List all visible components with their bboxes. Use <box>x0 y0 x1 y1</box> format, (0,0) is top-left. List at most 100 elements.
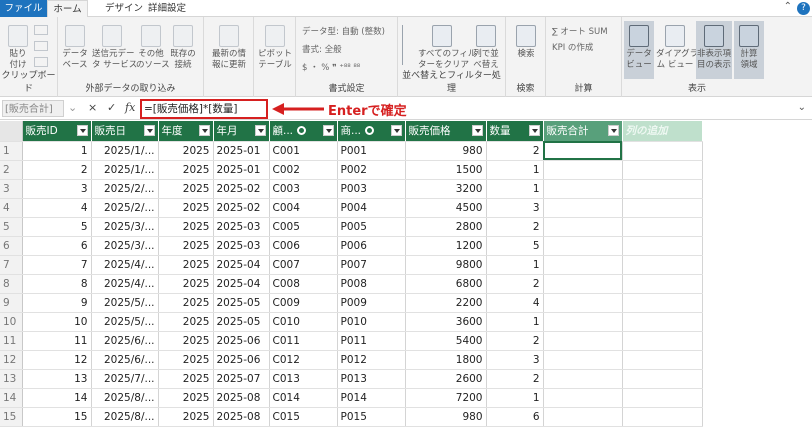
from-data-service-button[interactable]: 送信元デー タ サービス <box>92 25 137 71</box>
filter-dropdown-icon[interactable] <box>198 125 210 136</box>
cell-sales-date[interactable]: 2025/2/... <box>91 179 159 199</box>
cell-quantity[interactable]: 2 <box>486 274 544 294</box>
tab-file[interactable]: ファイル <box>0 0 47 17</box>
fx-icon[interactable]: fx <box>125 101 135 114</box>
cell-add-column[interactable] <box>622 216 703 237</box>
table-row[interactable]: 11 11 2025/6/... 2025 2025-06 C011 P011 5400 2 <box>0 331 703 351</box>
cell-year[interactable]: 2025 <box>158 160 214 180</box>
row-number[interactable]: 2 <box>0 160 23 180</box>
copy-icon[interactable] <box>34 25 48 35</box>
cell-year[interactable]: 2025 <box>158 141 214 161</box>
cell-sales-total[interactable] <box>543 388 623 408</box>
cell-sales-id[interactable]: 9 <box>22 292 92 313</box>
cell-sales-price[interactable]: 1800 <box>405 350 487 370</box>
cell-add-column[interactable] <box>622 368 703 389</box>
cell-quantity[interactable]: 6 <box>486 407 544 427</box>
table-row[interactable]: 6 6 2025/3/... 2025 2025-03 C006 P006 1200 5 <box>0 236 703 256</box>
pivot-table-button[interactable]: ピボット テーブル <box>258 25 292 71</box>
cell-year[interactable]: 2025 <box>158 255 214 275</box>
cell-quantity[interactable]: 2 <box>486 141 544 161</box>
cell-add-column[interactable] <box>622 198 703 218</box>
col-header-sales-price[interactable]: 販売価格 <box>405 121 487 142</box>
cell-sales-price[interactable]: 1500 <box>405 160 487 180</box>
cell-add-column[interactable] <box>622 407 703 427</box>
cell-quantity[interactable]: 4 <box>486 292 544 313</box>
cell-product[interactable]: P015 <box>337 407 406 427</box>
cell-year-month[interactable]: 2025-03 <box>213 216 270 237</box>
paste-button[interactable]: 貼り 付け <box>6 25 30 71</box>
col-header-sales-date[interactable]: 販売日 <box>91 121 159 142</box>
cell-customer[interactable]: C011 <box>269 331 338 351</box>
cell-sales-total[interactable] <box>543 141 623 161</box>
cell-product[interactable]: P011 <box>337 331 406 351</box>
cell-sales-total[interactable] <box>543 350 623 370</box>
cell-sales-date[interactable]: 2025/3/... <box>91 236 159 256</box>
cell-quantity[interactable]: 3 <box>486 198 544 218</box>
cell-add-column[interactable] <box>622 274 703 294</box>
name-box[interactable]: [販売合計] <box>2 100 64 117</box>
cell-sales-date[interactable]: 2025/3/... <box>91 216 159 237</box>
number-format-buttons[interactable]: $ ・ % ❞ ⁺⁸⁸ ⁸⁸ <box>302 61 360 73</box>
cell-sales-price[interactable]: 2800 <box>405 216 487 237</box>
cell-product[interactable]: P005 <box>337 216 406 237</box>
cell-year[interactable]: 2025 <box>158 368 214 389</box>
cell-customer[interactable]: C004 <box>269 198 338 218</box>
cell-sales-date[interactable]: 2025/6/... <box>91 350 159 370</box>
col-header-product[interactable]: 商... <box>337 121 406 142</box>
cell-sales-id[interactable]: 3 <box>22 179 92 199</box>
diagram-view-button[interactable]: ダイアグラ ム ビュー <box>656 25 698 71</box>
table-row[interactable]: 12 12 2025/6/... 2025 2025-06 C012 P012 1800 3 <box>0 350 703 370</box>
table-row[interactable]: 15 15 2025/8/... 2025 2025-08 C015 P015 980 6 <box>0 407 703 427</box>
cell-sales-price[interactable]: 4500 <box>405 198 487 218</box>
cell-sales-id[interactable]: 11 <box>22 331 92 351</box>
format-painter-icon[interactable] <box>34 57 48 67</box>
cell-sales-date[interactable]: 2025/4/... <box>91 274 159 294</box>
cell-product[interactable]: P014 <box>337 388 406 408</box>
cell-year-month[interactable]: 2025-02 <box>213 198 270 218</box>
cell-quantity[interactable]: 1 <box>486 388 544 408</box>
row-number[interactable]: 1 <box>0 141 23 161</box>
cell-sales-total[interactable] <box>543 292 623 313</box>
help-icon[interactable]: ? <box>797 2 810 15</box>
filter-dropdown-icon[interactable] <box>528 125 540 136</box>
cell-product[interactable]: P002 <box>337 160 406 180</box>
cell-sales-date[interactable]: 2025/8/... <box>91 407 159 427</box>
cell-sales-price[interactable]: 2600 <box>405 368 487 389</box>
row-number[interactable]: 8 <box>0 274 23 294</box>
autosum-button[interactable]: ∑ オート SUM <box>552 25 608 37</box>
formula-input[interactable]: =[販売価格]*[数量] <box>140 99 268 119</box>
cell-sales-date[interactable]: 2025/5/... <box>91 292 159 313</box>
col-header-sales-id[interactable]: 販売ID <box>22 121 92 142</box>
cell-year[interactable]: 2025 <box>158 331 214 351</box>
cell-customer[interactable]: C010 <box>269 312 338 332</box>
cell-sales-id[interactable]: 7 <box>22 255 92 275</box>
filter-dropdown-icon[interactable] <box>254 125 266 136</box>
cell-sales-total[interactable] <box>543 312 623 332</box>
cell-sales-date[interactable]: 2025/1/... <box>91 141 159 161</box>
cell-add-column[interactable] <box>622 141 703 161</box>
cell-year[interactable]: 2025 <box>158 292 214 313</box>
cell-sales-id[interactable]: 12 <box>22 350 92 370</box>
cell-sales-date[interactable]: 2025/6/... <box>91 331 159 351</box>
cell-quantity[interactable]: 2 <box>486 331 544 351</box>
sort-asc-desc-icon[interactable] <box>402 25 414 65</box>
table-row[interactable]: 5 5 2025/3/... 2025 2025-03 C005 P005 2800 2 <box>0 216 703 237</box>
cell-year-month[interactable]: 2025-02 <box>213 179 270 199</box>
select-all-corner[interactable] <box>0 121 23 142</box>
cell-year[interactable]: 2025 <box>158 274 214 294</box>
cell-add-column[interactable] <box>622 331 703 351</box>
cell-sales-date[interactable]: 2025/8/... <box>91 388 159 408</box>
col-header-add-column[interactable]: 列の追加 <box>622 121 703 142</box>
cell-customer[interactable]: C005 <box>269 216 338 237</box>
col-header-customer[interactable]: 顧... <box>269 121 338 142</box>
collapse-ribbon-icon[interactable]: ⌃ <box>784 1 792 12</box>
cancel-icon[interactable]: × <box>88 101 97 114</box>
col-header-year-month[interactable]: 年月 <box>213 121 270 142</box>
cell-sales-id[interactable]: 8 <box>22 274 92 294</box>
cell-sales-date[interactable]: 2025/7/... <box>91 368 159 389</box>
cell-year-month[interactable]: 2025-04 <box>213 274 270 294</box>
cell-year-month[interactable]: 2025-05 <box>213 292 270 313</box>
table-row[interactable]: 7 7 2025/4/... 2025 2025-04 C007 P007 9800 1 <box>0 255 703 275</box>
cell-customer[interactable]: C006 <box>269 236 338 256</box>
cell-add-column[interactable] <box>622 292 703 313</box>
